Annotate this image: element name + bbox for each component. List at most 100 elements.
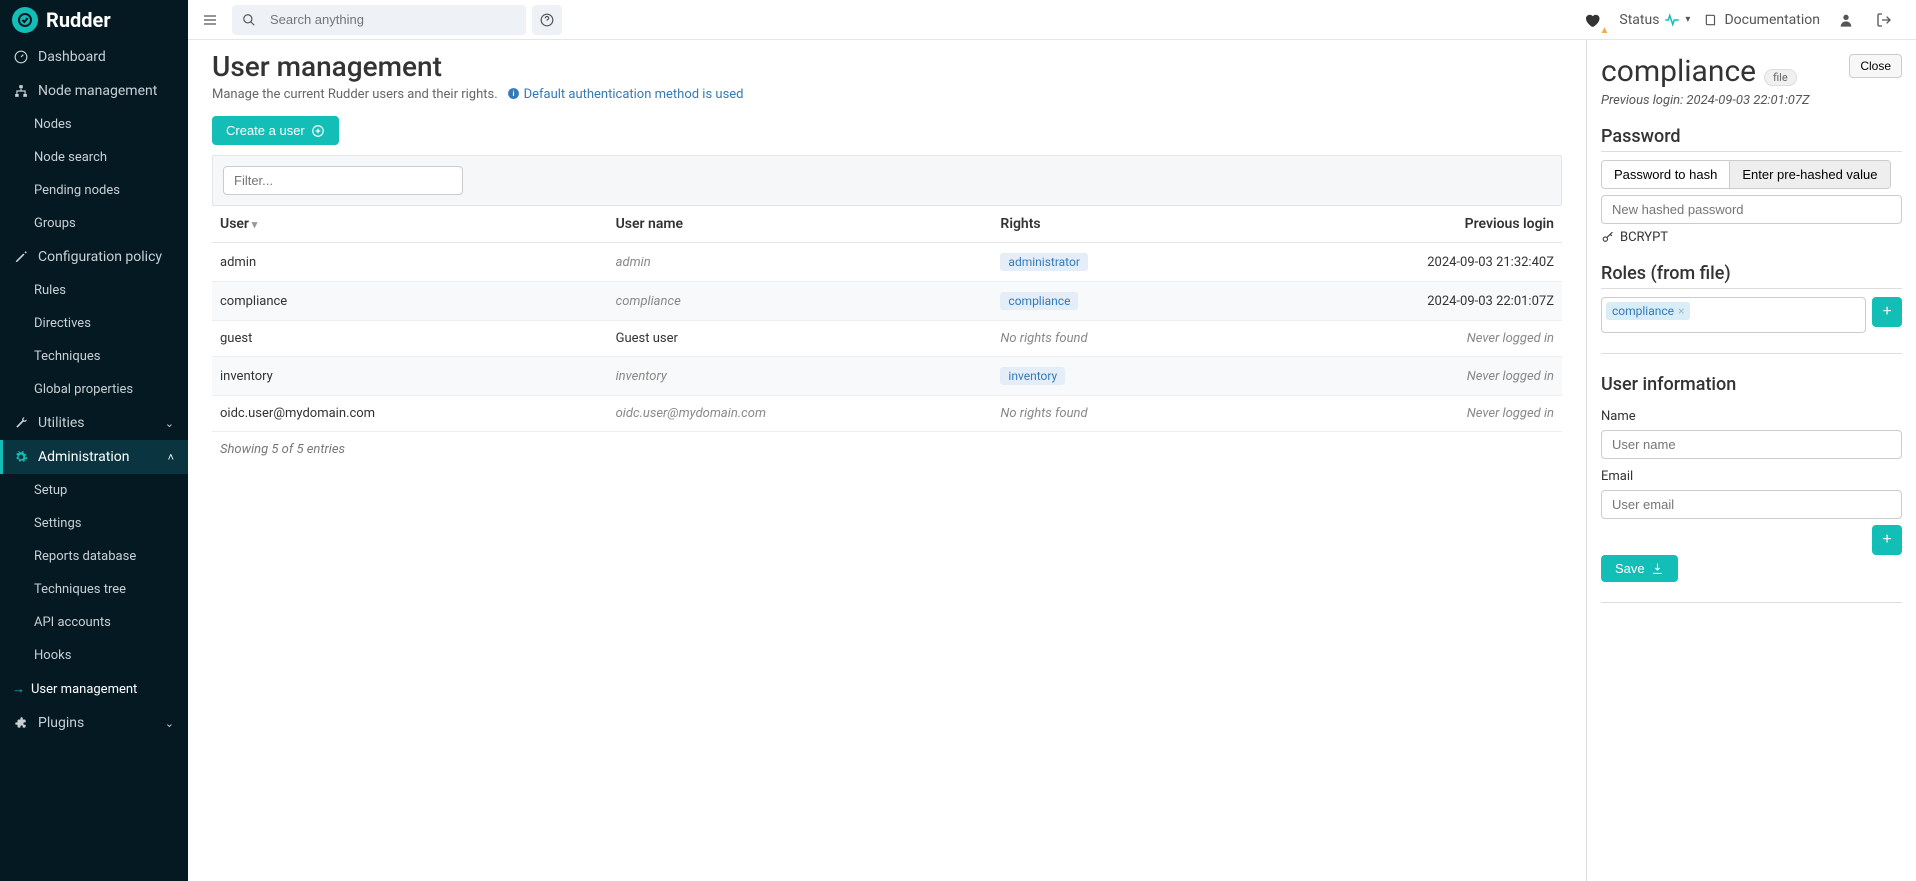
health-button[interactable]: ▲ bbox=[1579, 7, 1605, 33]
column-header-rights[interactable]: Rights bbox=[992, 206, 1231, 243]
page-subtitle: Manage the current Rudder users and thei… bbox=[212, 87, 1562, 102]
sidebar-item-node-search[interactable]: Node search bbox=[0, 141, 188, 174]
name-input[interactable] bbox=[1601, 430, 1902, 459]
arrow-right-icon: → bbox=[12, 681, 25, 697]
sidebar-label: Utilities bbox=[38, 415, 85, 431]
roles-input[interactable]: compliance × bbox=[1601, 297, 1866, 333]
add-role-button[interactable]: + bbox=[1872, 297, 1902, 327]
sidebar-label: Configuration policy bbox=[38, 249, 162, 265]
rudder-logo-icon bbox=[12, 7, 38, 33]
puzzle-icon bbox=[14, 716, 30, 730]
brand-logo[interactable]: Rudder bbox=[0, 0, 188, 40]
sidebar-label: Administration bbox=[38, 449, 129, 465]
password-input[interactable] bbox=[1601, 195, 1902, 224]
sidebar-item-utilities[interactable]: Utilities ⌄ bbox=[0, 406, 188, 440]
table-footer: Showing 5 of 5 entries bbox=[212, 432, 1562, 467]
sidebar-label: Plugins bbox=[38, 715, 84, 731]
search-icon bbox=[232, 13, 266, 27]
sidebar-item-administration[interactable]: Administration ˄ bbox=[0, 440, 188, 474]
add-info-button[interactable]: + bbox=[1872, 525, 1902, 555]
sitemap-icon bbox=[14, 84, 30, 98]
cell-prev-login: Never logged in bbox=[1232, 396, 1562, 432]
sidebar-item-setup[interactable]: Setup bbox=[0, 474, 188, 507]
user-menu-button[interactable] bbox=[1834, 8, 1858, 32]
chevron-down-icon: ⌄ bbox=[165, 717, 174, 730]
user-detail-panel: compliance file Close Previous login: 20… bbox=[1586, 40, 1916, 881]
email-label: Email bbox=[1601, 469, 1902, 484]
sidebar-item-techniques-tree[interactable]: Techniques tree bbox=[0, 573, 188, 606]
sidebar-item-user-management[interactable]: → User management bbox=[0, 672, 188, 706]
chevron-up-icon: ˄ bbox=[168, 451, 174, 464]
roles-section-title: Roles (from file) bbox=[1601, 263, 1902, 289]
sidebar-item-node-management[interactable]: Node management bbox=[0, 74, 188, 108]
cell-rights: administrator bbox=[992, 243, 1231, 282]
previous-login-text: Previous login: 2024-09-03 22:01:07Z bbox=[1601, 93, 1902, 108]
column-header-username[interactable]: User name bbox=[608, 206, 993, 243]
cell-prev-login: 2024-09-03 22:01:07Z bbox=[1232, 282, 1562, 321]
hash-type: BCRYPT bbox=[1601, 230, 1902, 245]
sidebar: Rudder Dashboard Node management Nodes N… bbox=[0, 0, 188, 881]
remove-role-icon[interactable]: × bbox=[1678, 304, 1684, 318]
status-dropdown[interactable]: Status ▾ bbox=[1619, 11, 1690, 29]
brand-name: Rudder bbox=[46, 8, 111, 32]
cell-rights: No rights found bbox=[992, 396, 1231, 432]
cell-prev-login: 2024-09-03 21:32:40Z bbox=[1232, 243, 1562, 282]
save-button[interactable]: Save bbox=[1601, 555, 1678, 582]
sidebar-label: Node management bbox=[38, 83, 157, 99]
dashboard-icon bbox=[14, 50, 30, 64]
table-row[interactable]: inventory inventory inventory Never logg… bbox=[212, 357, 1562, 396]
password-mode-toggle: Password to hash Enter pre-hashed value bbox=[1601, 160, 1891, 189]
table-row[interactable]: compliance compliance compliance 2024-09… bbox=[212, 282, 1562, 321]
sidebar-item-hooks[interactable]: Hooks bbox=[0, 639, 188, 672]
auth-method-link[interactable]: Default authentication method is used bbox=[524, 87, 744, 102]
table-row[interactable]: oidc.user@mydomain.com oidc.user@mydomai… bbox=[212, 396, 1562, 432]
role-chip: compliance × bbox=[1606, 302, 1690, 320]
main-content: User management Manage the current Rudde… bbox=[188, 40, 1586, 881]
cell-rights: No rights found bbox=[992, 321, 1231, 357]
email-input[interactable] bbox=[1601, 490, 1902, 519]
create-user-button[interactable]: Create a user bbox=[212, 116, 339, 145]
chevron-down-icon: ▾ bbox=[1685, 14, 1690, 25]
page-title: User management bbox=[212, 50, 1562, 83]
download-icon bbox=[1651, 562, 1664, 575]
table-row[interactable]: admin admin administrator 2024-09-03 21:… bbox=[212, 243, 1562, 282]
menu-toggle-button[interactable] bbox=[198, 8, 222, 32]
documentation-link[interactable]: Documentation bbox=[1704, 12, 1820, 28]
gear-icon bbox=[14, 450, 30, 464]
filter-input[interactable] bbox=[223, 166, 463, 195]
cell-username: inventory bbox=[608, 357, 993, 396]
topbar: ▲ Status ▾ Documentation bbox=[188, 0, 1916, 40]
search-input[interactable] bbox=[266, 6, 526, 33]
sidebar-item-api-accounts[interactable]: API accounts bbox=[0, 606, 188, 639]
sidebar-item-techniques[interactable]: Techniques bbox=[0, 340, 188, 373]
sidebar-item-reports-database[interactable]: Reports database bbox=[0, 540, 188, 573]
sidebar-item-dashboard[interactable]: Dashboard bbox=[0, 40, 188, 74]
divider bbox=[1601, 602, 1902, 603]
sidebar-item-nodes[interactable]: Nodes bbox=[0, 108, 188, 141]
help-button[interactable] bbox=[532, 5, 562, 35]
sidebar-item-plugins[interactable]: Plugins ⌄ bbox=[0, 706, 188, 740]
cell-username: Guest user bbox=[608, 321, 993, 357]
cell-prev-login: Never logged in bbox=[1232, 357, 1562, 396]
info-icon: i bbox=[507, 87, 523, 102]
cell-username: admin bbox=[608, 243, 993, 282]
sidebar-item-pending-nodes[interactable]: Pending nodes bbox=[0, 174, 188, 207]
table-row[interactable]: guest Guest user No rights found Never l… bbox=[212, 321, 1562, 357]
password-section-title: Password bbox=[1601, 126, 1902, 152]
source-badge: file bbox=[1764, 69, 1797, 86]
chevron-down-icon: ⌄ bbox=[165, 417, 174, 430]
pre-hashed-value-tab[interactable]: Enter pre-hashed value bbox=[1729, 161, 1889, 188]
sidebar-item-settings[interactable]: Settings bbox=[0, 507, 188, 540]
password-to-hash-tab[interactable]: Password to hash bbox=[1602, 161, 1729, 188]
pencil-icon bbox=[14, 250, 30, 264]
sidebar-item-configuration-policy[interactable]: Configuration policy bbox=[0, 240, 188, 274]
logout-button[interactable] bbox=[1872, 8, 1896, 32]
sidebar-item-directives[interactable]: Directives bbox=[0, 307, 188, 340]
column-header-previous-login[interactable]: Previous login bbox=[1232, 206, 1562, 243]
close-panel-button[interactable]: Close bbox=[1849, 54, 1902, 78]
sidebar-item-global-properties[interactable]: Global properties bbox=[0, 373, 188, 406]
sidebar-item-groups[interactable]: Groups bbox=[0, 207, 188, 240]
column-header-user[interactable]: User bbox=[212, 206, 608, 243]
svg-text:i: i bbox=[513, 89, 515, 98]
sidebar-item-rules[interactable]: Rules bbox=[0, 274, 188, 307]
